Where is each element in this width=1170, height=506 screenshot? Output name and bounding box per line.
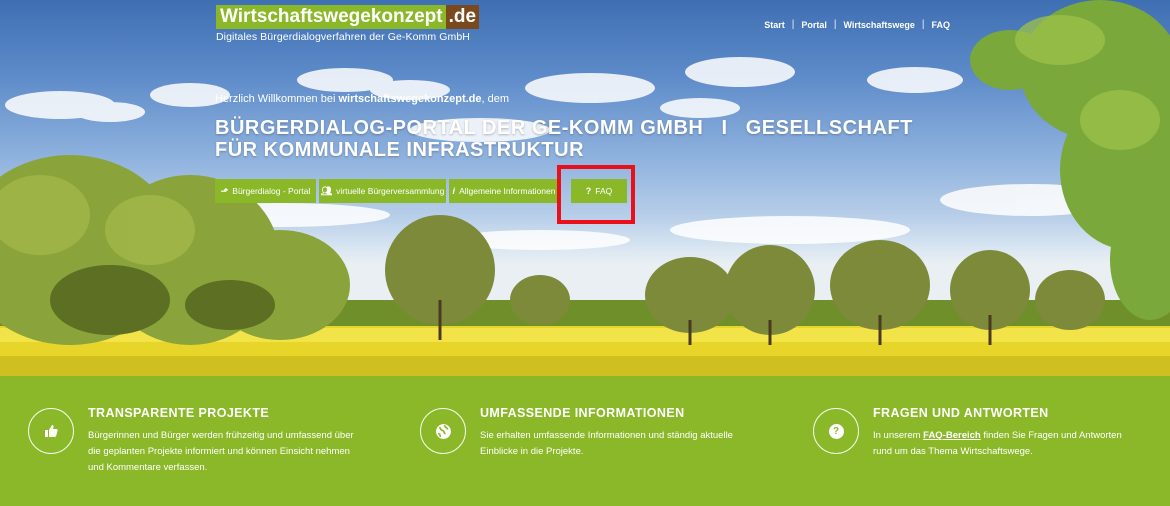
feature-title: TRANSPARENTE PROJEKTE (88, 406, 270, 420)
nav-separator: | (833, 19, 837, 30)
nav-portal[interactable]: Portal (801, 20, 827, 30)
users-icon: 👥︎ (320, 185, 333, 196)
feature-text: Sie erhalten umfassende Informationen un… (480, 430, 733, 457)
feature-text: In unserem FAQ-Bereich finden Sie Fragen… (873, 430, 1122, 457)
buergerdialog-portal-button[interactable]: ⬏ Bürgerdialog - Portal (215, 179, 316, 203)
nav-separator: | (921, 19, 925, 30)
feature-title: UMFASSENDE INFORMATIONEN (480, 406, 685, 420)
nav-wirtschaftswege[interactable]: Wirtschaftswege (843, 20, 914, 30)
logo-subtitle: Digitales Bürgerdialogverfahren der Ge-K… (216, 31, 470, 43)
page-headline: BÜRGERDIALOG-PORTAL DER GE-KOMM GMBH I G… (215, 117, 913, 161)
compass-icon: ⬏ (220, 185, 229, 196)
logo-tld: .de (445, 5, 480, 29)
hero-banner: Wirtschaftswegekonzept .de Digitales Bür… (0, 0, 1170, 376)
allgemeine-informationen-button[interactable]: i Allgemeine Informationen (449, 179, 559, 203)
logo-name: Wirtschaftswegekonzept (216, 5, 446, 29)
virtuelle-buergerversammlung-button[interactable]: 👥︎ virtuelle Bürgerversammlung (319, 179, 446, 203)
nav-separator: | (791, 19, 795, 30)
faq-area-link[interactable]: FAQ-Bereich (923, 430, 981, 441)
top-navigation: Start | Portal | Wirtschaftswege | FAQ (764, 19, 950, 30)
welcome-site-name: wirtschaftswegekonzept.de (338, 93, 482, 105)
feature-title: FRAGEN UND ANTWORTEN (873, 406, 1049, 420)
nav-faq[interactable]: FAQ (931, 20, 950, 30)
feature-text: Bürgerinnen und Bürger werden frühzeitig… (88, 430, 354, 473)
feature-strip: TRANSPARENTE PROJEKTE Bürgerinnen und Bü… (0, 376, 1170, 506)
faq-highlight-box (557, 165, 635, 224)
thumbs-up-icon (28, 408, 74, 454)
globe-icon (420, 408, 466, 454)
question-circle-icon: ? (813, 408, 859, 454)
site-logo[interactable]: Wirtschaftswegekonzept .de Digitales Bür… (216, 5, 480, 43)
welcome-text: Herzlich Willkommen bei wirtschaftswegek… (215, 93, 510, 105)
nav-start[interactable]: Start (764, 20, 785, 30)
info-icon: i (452, 186, 456, 196)
